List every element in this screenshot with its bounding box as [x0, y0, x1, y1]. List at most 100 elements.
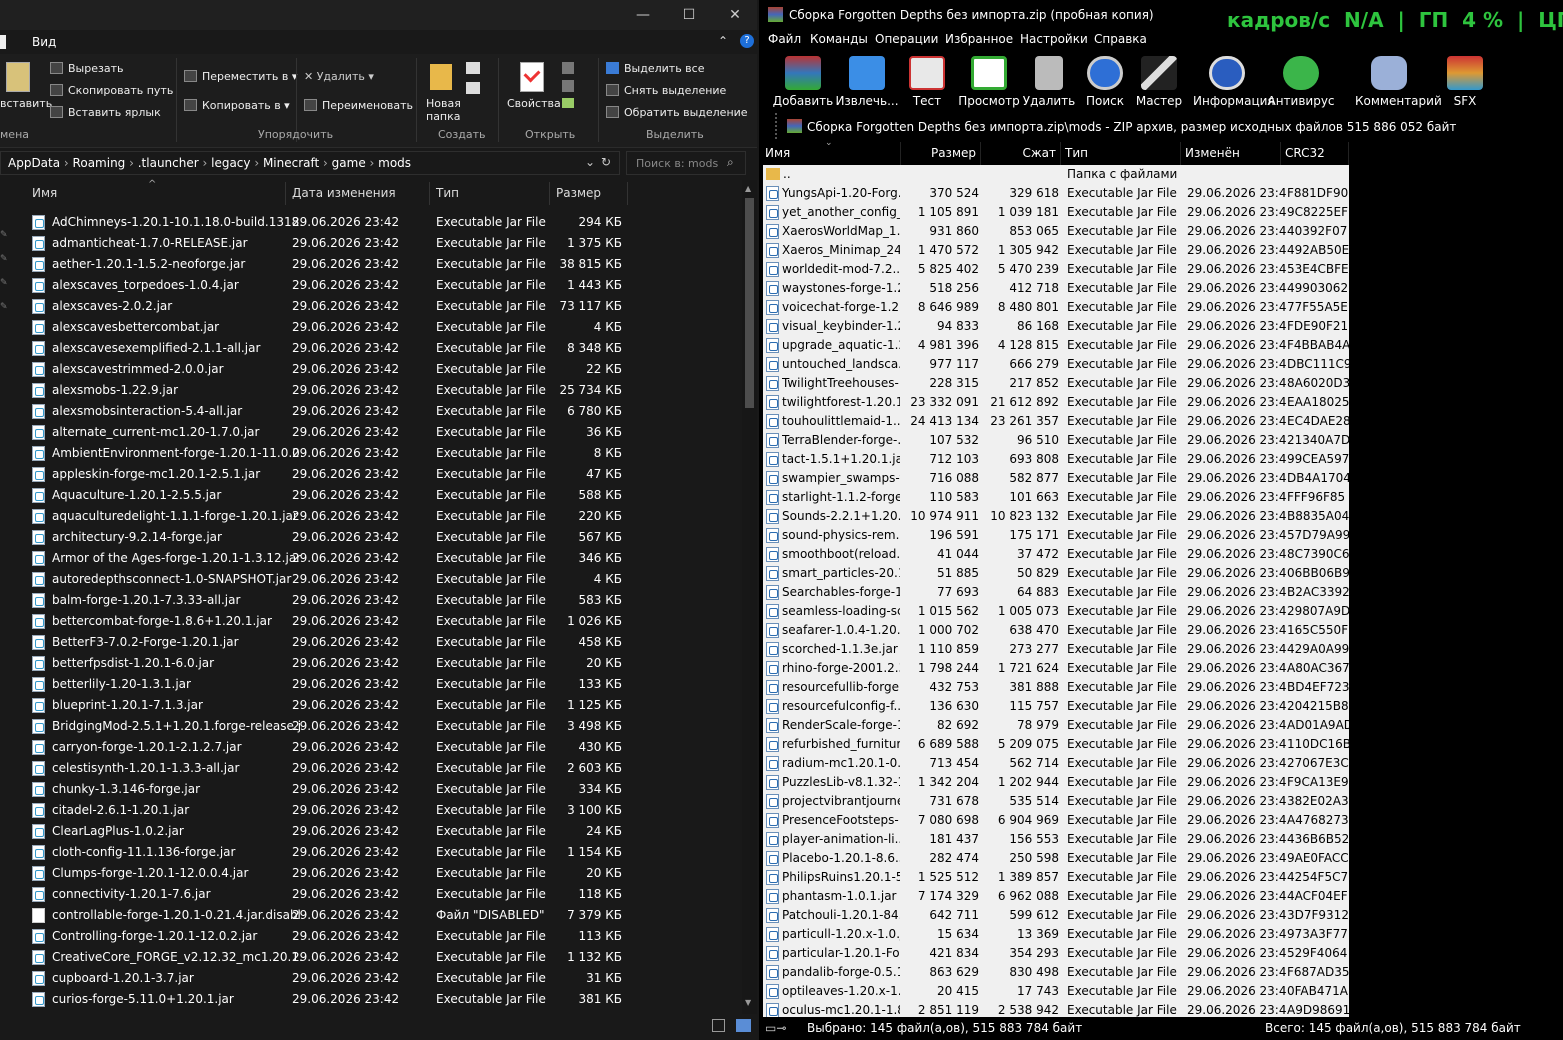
breadcrumb-item[interactable]: game [332, 156, 366, 170]
new-folder-line2[interactable]: папка [426, 110, 461, 123]
file-row[interactable]: alexscavesexemplified-2.1.1-all.jar 29.06… [28, 338, 628, 359]
tab-fragment[interactable] [0, 35, 6, 49]
archive-row[interactable]: radium-mc1.20.1-0.... 713 454 562 714 Execu… [763, 754, 1349, 773]
archive-row[interactable]: resourcefulconfig-f... 136 630 115 757 Exec… [763, 697, 1349, 716]
archive-row[interactable]: projectvibrantjourne... 731 678 535 514 Exe… [763, 792, 1349, 811]
tab-view[interactable]: Вид [32, 35, 56, 49]
file-row[interactable]: Aquaculture-1.20.1-2.5.5.jar 29.06.2026 2… [28, 485, 628, 506]
file-row[interactable]: alexscaves-2.0.2.jar 29.06.2026 23:42 Exec… [28, 296, 628, 317]
toolbar-add-button[interactable]: Добавить [769, 56, 837, 112]
archive-row[interactable]: optileaves-1.20.x-1.2... 20 415 17 743 Exec… [763, 982, 1349, 1001]
details-view-icon[interactable] [712, 1019, 725, 1032]
archive-row[interactable]: XaerosWorldMap_1.... 931 860 853 065 Execut… [763, 222, 1349, 241]
archive-row[interactable]: PresenceFootsteps-... 7 080 698 6 904 969 E… [763, 811, 1349, 830]
menu-commands[interactable]: Команды [810, 32, 868, 46]
column-header-crc[interactable]: CRC32 [1281, 142, 1349, 165]
properties-button[interactable]: Свойства [507, 97, 561, 110]
file-row[interactable]: curios-forge-5.11.0+1.20.1.jar 29.06.2026… [28, 989, 628, 1010]
archive-row[interactable]: particull-1.20.x-1.0.jar 15 634 13 369 Exec… [763, 925, 1349, 944]
breadcrumb-separator-icon[interactable]: › [319, 156, 331, 170]
file-row[interactable]: bettercombat-forge-1.8.6+1.20.1.jar 29.06… [28, 611, 628, 632]
archive-row[interactable]: swampier_swamps-f... 716 088 582 877 Execut… [763, 469, 1351, 488]
archive-row[interactable]: untouched_landsca... 977 117 666 279 Execut… [763, 355, 1351, 374]
file-row[interactable]: ClearLagPlus-1.0.2.jar 29.06.2026 23:42 Ex… [28, 821, 628, 842]
archive-row[interactable]: tact-1.5.1+1.20.1.jar 712 103 693 808 Execu… [763, 450, 1349, 469]
file-row[interactable]: controllable-forge-1.20.1-0.21.4.jar.dis… [28, 905, 628, 926]
file-row[interactable]: chunky-1.3.146-forge.jar 29.06.2026 23:42… [28, 779, 628, 800]
new-folder-icon[interactable] [430, 64, 452, 90]
file-row[interactable]: alexsmobs-1.22.9.jar 29.06.2026 23:42 Exec… [28, 380, 628, 401]
archive-row[interactable]: resourcefullib-forge... 432 753 381 888 Exe… [763, 678, 1350, 697]
menu-operations[interactable]: Операции [875, 32, 938, 46]
archive-row[interactable]: smart_particles-20.1... 51 885 50 829 Execu… [763, 564, 1350, 583]
archive-row[interactable]: upgrade_aquatic-1.2... 4 981 396 4 128 815… [763, 336, 1350, 355]
properties-icon[interactable] [520, 62, 544, 92]
archive-row[interactable]: touhoulittlemaid-1.... 24 413 134 23 261 3… [763, 412, 1351, 431]
path-bar[interactable]: Сборка Forgotten Depths без импорта.zip\… [775, 113, 1563, 139]
file-row[interactable]: BridgingMod-2.5.1+1.20.1.forge-release.j… [28, 716, 628, 737]
new-folder-line1[interactable]: Новая [426, 97, 461, 110]
file-row[interactable]: betterfpsdist-1.20.1-6.0.jar 29.06.2026 2… [28, 653, 628, 674]
archive-row[interactable]: Sounds-2.2.1+1.20.1... 10 974 911 10 823 1… [763, 507, 1349, 526]
refresh-icon[interactable]: ↻ [601, 155, 611, 169]
column-header-name[interactable]: Имя ^ [26, 179, 286, 205]
archive-row[interactable]: YungsApi-1.20-Forg... 370 524 329 618 Execu… [763, 184, 1349, 203]
select-all-button[interactable]: Выделить все [606, 62, 704, 75]
breadcrumb-separator-icon[interactable]: › [366, 156, 378, 170]
file-row[interactable]: alexscavestrimmed-2.0.0.jar 29.06.2026 23… [28, 359, 628, 380]
toolbar-extract-button[interactable]: Извлечь... [833, 56, 901, 112]
archive-row[interactable]: rhino-forge-2001.2.3... 1 798 244 1 721 62… [763, 659, 1350, 678]
paste-icon[interactable] [6, 62, 30, 92]
help-icon[interactable]: ? [740, 34, 754, 48]
breadcrumb-item[interactable]: mods [378, 156, 411, 170]
archive-row[interactable]: seafarer-1.0.4-1.20.1... 1 000 702 638 470… [763, 621, 1349, 640]
column-header-type[interactable]: Тип [1061, 142, 1181, 165]
archive-row[interactable]: visual_keybinder-1.2... 94 833 86 168 Execu… [763, 317, 1349, 336]
tiles-view-icon[interactable] [736, 1019, 751, 1032]
archive-row[interactable]: Placebo-1.20.1-8.6.3... 282 474 250 598 Exe… [763, 849, 1349, 868]
archive-row[interactable]: worldedit-mod-7.2.... 5 825 402 5 470 239 E… [763, 260, 1349, 279]
menu-file[interactable]: Файл [768, 32, 801, 46]
scroll-up-icon[interactable]: ▲ [745, 184, 751, 193]
file-row[interactable]: cloth-config-11.1.136-forge.jar 29.06.202… [28, 842, 628, 863]
archive-row[interactable]: RenderScale-forge-1... 82 692 78 979 Execut… [763, 716, 1351, 735]
breadcrumb-separator-icon[interactable]: › [199, 156, 211, 170]
archive-row[interactable]: PhilipsRuins1.20.1-5.... 1 525 512 1 389 8… [763, 868, 1349, 887]
archive-row[interactable]: pandalib-forge-0.5.1... 863 629 830 498 Exe… [763, 963, 1350, 982]
breadcrumb-separator-icon[interactable]: › [60, 156, 72, 170]
copy-to-button[interactable]: Копировать в ▾ [184, 99, 290, 112]
copy-path-button[interactable]: Скопировать путь [50, 84, 173, 97]
file-row[interactable]: connectivity-1.20.1-7.6.jar 29.06.2026 23… [28, 884, 628, 905]
drive-icon[interactable]: ▭⊸ [765, 1021, 786, 1035]
toolbar-wizard-button[interactable]: Мастер [1125, 56, 1193, 112]
archive-row[interactable]: voicechat-forge-1.2... 8 646 989 8 480 801… [763, 298, 1349, 317]
file-row[interactable]: celestisynth-1.20.1-1.3.3-all.jar 29.06.2… [28, 758, 628, 779]
move-to-button[interactable]: Переместить в ▾ [184, 70, 297, 83]
paste-shortcut-button[interactable]: Вставить ярлык [50, 106, 161, 119]
scrollbar[interactable]: ▲ ▼ [742, 180, 757, 1014]
maximize-button[interactable]: ☐ [666, 0, 712, 30]
breadcrumb-item[interactable]: legacy [211, 156, 250, 170]
paste-button[interactable]: вставить [0, 97, 52, 110]
toolbar-test-button[interactable]: Тест [893, 56, 961, 112]
file-row[interactable]: appleskin-forge-mc1.20.1-2.5.1.jar 29.06.… [28, 464, 628, 485]
file-row[interactable]: cupboard-1.20.1-3.7.jar 29.06.2026 23:42 E… [28, 968, 628, 989]
select-none-button[interactable]: Снять выделение [606, 84, 726, 97]
column-header-name[interactable]: Имя [761, 142, 901, 165]
file-row[interactable]: aquaculturedelight-1.1.1-forge-1.20.1.ja… [28, 506, 628, 527]
archive-row[interactable]: refurbished_furnitur... 6 689 588 5 209 07… [763, 735, 1351, 754]
file-row[interactable]: AmbientEnvironment-forge-1.20.1-11.0.0..… [28, 443, 628, 464]
file-row[interactable]: citadel-2.6.1-1.20.1.jar 29.06.2026 23:42… [28, 800, 628, 821]
file-row[interactable]: BetterF3-7.0.2-Forge-1.20.1.jar 29.06.202… [28, 632, 628, 653]
archive-row[interactable]: TwilightTreehouses-... 228 315 217 852 Exec… [763, 374, 1350, 393]
breadcrumb-item[interactable]: AppData [8, 156, 60, 170]
breadcrumb-separator-icon[interactable]: › [125, 156, 137, 170]
archive-row[interactable]: sound-physics-rem... 196 591 175 171 Execut… [763, 526, 1350, 545]
file-row[interactable]: alexscaves_torpedoes-1.0.4.jar 29.06.2026… [28, 275, 628, 296]
column-header-date[interactable]: Дата изменения [286, 182, 430, 205]
file-row[interactable]: Controlling-forge-1.20.1-12.0.2.jar 29.06… [28, 926, 628, 947]
file-row[interactable]: autoredepthsconnect-1.0-SNAPSHOT.jar 29.0… [28, 569, 628, 590]
archive-row[interactable]: starlight-1.1.2-forge.... 110 583 101 663 E… [763, 488, 1349, 507]
toolbar-comment-button[interactable]: Комментарий [1355, 56, 1442, 112]
scroll-down-icon[interactable]: ▼ [745, 998, 751, 1007]
